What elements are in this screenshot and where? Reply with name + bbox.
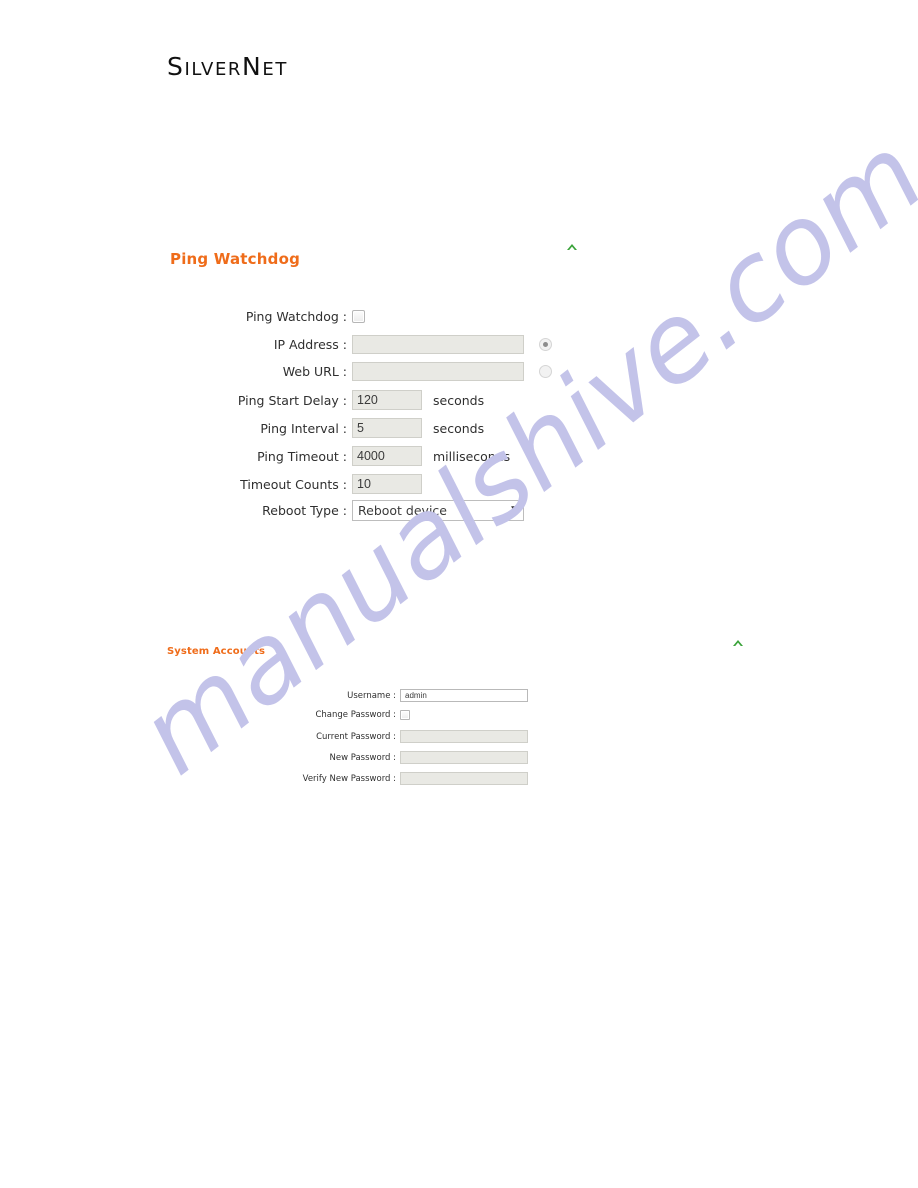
- row-ip-address: IP Address :: [235, 335, 552, 354]
- ping-start-delay-input[interactable]: [352, 390, 422, 410]
- unit-ping-interval: seconds: [433, 420, 485, 436]
- web-url-input[interactable]: [352, 362, 524, 381]
- change-password-checkbox[interactable]: [400, 710, 410, 720]
- row-change-password: Change Password :: [286, 710, 410, 720]
- logo-letters-ilver: ILVER: [184, 59, 243, 80]
- label-timeout-counts: Timeout Counts :: [240, 476, 347, 492]
- row-new-password: New Password :: [286, 751, 528, 764]
- chevron-up-icon[interactable]: [565, 242, 579, 252]
- chevron-up-icon[interactable]: [731, 638, 745, 648]
- unit-ping-start-delay: seconds: [433, 392, 485, 408]
- label-new-password: New Password :: [329, 752, 396, 763]
- silvernet-logo: SILVERNET: [167, 52, 288, 81]
- label-current-password: Current Password :: [316, 731, 396, 742]
- ping-interval-input[interactable]: [352, 418, 422, 438]
- row-ping-watchdog-enable: Ping Watchdog :: [235, 309, 365, 324]
- logo-letter-s: S: [167, 52, 185, 81]
- label-ping-watchdog: Ping Watchdog :: [245, 309, 347, 324]
- label-web-url: Web URL :: [282, 364, 347, 379]
- verify-new-password-input[interactable]: [400, 772, 528, 785]
- label-ping-interval: Ping Interval :: [260, 420, 347, 436]
- row-web-url: Web URL :: [235, 362, 552, 381]
- username-input[interactable]: [400, 689, 528, 702]
- ip-address-radio[interactable]: [539, 338, 552, 351]
- chevron-down-icon: ▼: [511, 505, 518, 515]
- label-change-password: Change Password :: [315, 710, 396, 720]
- web-url-radio[interactable]: [539, 365, 552, 378]
- reboot-type-selected-value: Reboot device: [358, 503, 447, 518]
- ip-address-input[interactable]: [352, 335, 524, 354]
- row-ping-interval: Ping Interval : seconds: [235, 418, 484, 438]
- label-verify-new-password: Verify New Password :: [302, 773, 396, 784]
- reboot-type-select[interactable]: Reboot device ▼: [352, 500, 524, 521]
- new-password-input[interactable]: [400, 751, 528, 764]
- row-username: Username :: [286, 689, 528, 702]
- document-page: SILVERNET Ping Watchdog Ping Watchdog : …: [0, 0, 918, 1188]
- section-title-ping-watchdog: Ping Watchdog: [170, 250, 301, 268]
- label-ping-start-delay: Ping Start Delay :: [237, 392, 347, 408]
- unit-ping-timeout: milliseconds: [433, 448, 511, 464]
- ping-watchdog-enable-checkbox[interactable]: [352, 310, 365, 323]
- label-reboot-type: Reboot Type :: [262, 503, 347, 518]
- row-ping-timeout: Ping Timeout : milliseconds: [235, 446, 510, 466]
- watermark-manualshive: manualshive.com: [117, 112, 918, 858]
- current-password-input[interactable]: [400, 730, 528, 743]
- row-timeout-counts: Timeout Counts :: [235, 474, 433, 494]
- row-current-password: Current Password :: [286, 730, 528, 743]
- row-reboot-type: Reboot Type : Reboot device ▼: [235, 500, 524, 521]
- logo-letters-et: ET: [262, 59, 288, 80]
- label-ping-timeout: Ping Timeout :: [257, 448, 347, 464]
- ping-timeout-input[interactable]: [352, 446, 422, 466]
- row-ping-start-delay: Ping Start Delay : seconds: [235, 390, 484, 410]
- label-username: Username :: [347, 690, 396, 701]
- section-title-system-accounts: System Accounts: [167, 646, 266, 657]
- row-verify-new-password: Verify New Password :: [286, 772, 528, 785]
- timeout-counts-input[interactable]: [352, 474, 422, 494]
- logo-letter-n: N: [242, 52, 263, 81]
- label-ip-address: IP Address :: [273, 337, 347, 352]
